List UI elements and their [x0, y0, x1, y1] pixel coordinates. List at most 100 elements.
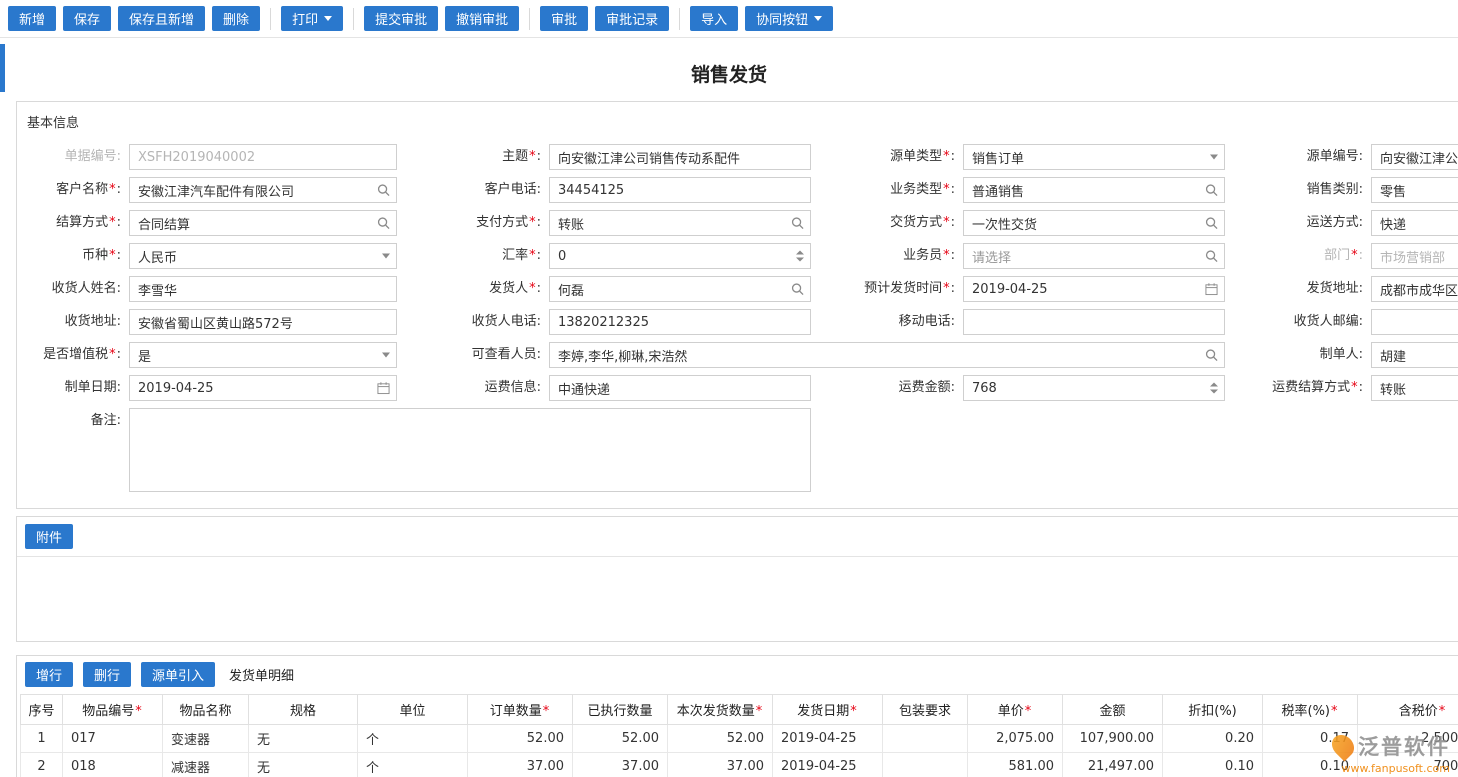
- cell-unit-price[interactable]: 2,075.00: [968, 725, 1063, 753]
- cell-spec[interactable]: 无: [249, 753, 358, 777]
- cell-executed-qty[interactable]: 52.00: [573, 725, 668, 753]
- cell-discount[interactable]: 0.20: [1163, 725, 1263, 753]
- delivery-method-field[interactable]: 一次性交货: [963, 210, 1225, 236]
- settlement-method-field[interactable]: 合同结算: [129, 210, 397, 236]
- customer-phone-field[interactable]: 34454125: [549, 177, 811, 203]
- submit-approval-button[interactable]: 提交审批: [364, 6, 438, 31]
- receive-address-field[interactable]: 安徽省蜀山区黄山路572号: [129, 309, 397, 335]
- cell-seq[interactable]: 2: [21, 753, 63, 777]
- cell-ship-qty[interactable]: 37.00: [668, 753, 773, 777]
- viewers-field[interactable]: 李婷,李华,柳琳,宋浩然: [549, 342, 1225, 368]
- freight-amount-label: 运费金额:: [811, 375, 963, 401]
- toolbar-separator: [353, 8, 354, 30]
- source-no-value: 向安徽江津公: [1380, 148, 1458, 167]
- ship-address-field[interactable]: 成都市成华区: [1371, 276, 1458, 302]
- freight-info-field[interactable]: 中通快递: [549, 375, 811, 401]
- freight-amount-field[interactable]: 768: [963, 375, 1225, 401]
- collaboration-button[interactable]: 协同按钮: [745, 6, 833, 31]
- freight-settlement-field[interactable]: 转账: [1371, 375, 1458, 401]
- mobile-phone-field[interactable]: [963, 309, 1225, 335]
- source-type-field[interactable]: 销售订单: [963, 144, 1225, 170]
- cell-tax-price[interactable]: 700.00: [1358, 753, 1458, 777]
- cell-unit[interactable]: 个: [358, 753, 468, 777]
- cell-seq[interactable]: 1: [21, 725, 63, 753]
- department-value: 市场营销部: [1380, 247, 1445, 266]
- cell-packaging[interactable]: [883, 725, 968, 753]
- calendar-icon[interactable]: [377, 382, 390, 395]
- business-type-field[interactable]: 普通销售: [963, 177, 1225, 203]
- approval-record-button[interactable]: 审批记录: [595, 6, 669, 31]
- cell-unit-price[interactable]: 581.00: [968, 753, 1063, 777]
- make-date-label: 制单日期:: [21, 375, 129, 401]
- freight-settlement-label: 运费结算方式*:: [1225, 375, 1371, 401]
- source-no-field[interactable]: 向安徽江津公: [1371, 144, 1458, 170]
- add-row-button[interactable]: 增行: [25, 662, 73, 687]
- receive-address-value: 安徽省蜀山区黄山路572号: [138, 313, 293, 332]
- save-button[interactable]: 保存: [63, 6, 111, 31]
- customer-phone-label: 客户电话:: [397, 177, 549, 203]
- vat-flag-field[interactable]: 是: [129, 342, 397, 368]
- consignee-zip-field[interactable]: [1371, 309, 1458, 335]
- search-icon[interactable]: [377, 217, 390, 230]
- search-icon[interactable]: [1205, 184, 1218, 197]
- consignee-phone-field[interactable]: 13820212325: [549, 309, 811, 335]
- chevron-down-icon[interactable]: [382, 254, 390, 259]
- spinner-icon[interactable]: [796, 251, 804, 262]
- consignee-name-field[interactable]: 李雪华: [129, 276, 397, 302]
- cell-amount[interactable]: 107,900.00: [1063, 725, 1163, 753]
- currency-field[interactable]: 人民币: [129, 243, 397, 269]
- search-icon[interactable]: [791, 217, 804, 230]
- cell-ship-date[interactable]: 2019-04-25: [773, 753, 883, 777]
- expected-ship-time-field[interactable]: 2019-04-25: [963, 276, 1225, 302]
- cell-packaging[interactable]: [883, 753, 968, 777]
- print-button[interactable]: 打印: [281, 6, 343, 31]
- cell-tax-rate[interactable]: 0.17: [1263, 725, 1358, 753]
- customer-name-field[interactable]: 安徽江津汽车配件有限公司: [129, 177, 397, 203]
- expected-ship-time-value: 2019-04-25: [972, 282, 1048, 297]
- spinner-icon[interactable]: [1210, 383, 1218, 394]
- cell-item-name[interactable]: 减速器: [163, 753, 249, 777]
- search-icon[interactable]: [1205, 250, 1218, 263]
- cell-item-no[interactable]: 018: [63, 753, 163, 777]
- maker-field[interactable]: 胡建: [1371, 342, 1458, 368]
- cell-item-no[interactable]: 017: [63, 725, 163, 753]
- exchange-rate-field[interactable]: 0: [549, 243, 811, 269]
- search-icon[interactable]: [1205, 217, 1218, 230]
- cell-ship-date[interactable]: 2019-04-25: [773, 725, 883, 753]
- shipper-label: 发货人*:: [397, 276, 549, 302]
- delete-button[interactable]: 删除: [212, 6, 260, 31]
- cell-tax-price[interactable]: 2,500.00: [1358, 725, 1458, 753]
- search-icon[interactable]: [377, 184, 390, 197]
- cell-spec[interactable]: 无: [249, 725, 358, 753]
- revoke-approval-button[interactable]: 撤销审批: [445, 6, 519, 31]
- cell-order-qty[interactable]: 52.00: [468, 725, 573, 753]
- approve-button[interactable]: 审批: [540, 6, 588, 31]
- cell-discount[interactable]: 0.10: [1163, 753, 1263, 777]
- attachment-button[interactable]: 附件: [25, 524, 73, 549]
- salesman-field[interactable]: 请选择: [963, 243, 1225, 269]
- chevron-down-icon[interactable]: [1210, 155, 1218, 160]
- sales-category-field[interactable]: 零售: [1371, 177, 1458, 203]
- make-date-field[interactable]: 2019-04-25: [129, 375, 397, 401]
- cell-item-name[interactable]: 变速器: [163, 725, 249, 753]
- calendar-icon[interactable]: [1205, 283, 1218, 296]
- chevron-down-icon[interactable]: [382, 353, 390, 358]
- cell-order-qty[interactable]: 37.00: [468, 753, 573, 777]
- search-icon[interactable]: [1205, 349, 1218, 362]
- shipper-field[interactable]: 何磊: [549, 276, 811, 302]
- payment-method-field[interactable]: 转账: [549, 210, 811, 236]
- import-source-button[interactable]: 源单引入: [141, 662, 215, 687]
- cell-tax-rate[interactable]: 0.10: [1263, 753, 1358, 777]
- new-button[interactable]: 新增: [8, 6, 56, 31]
- remark-field[interactable]: [129, 408, 811, 492]
- shipping-method-field[interactable]: 快递: [1371, 210, 1458, 236]
- cell-amount[interactable]: 21,497.00: [1063, 753, 1163, 777]
- search-icon[interactable]: [791, 283, 804, 296]
- delete-row-button[interactable]: 删行: [83, 662, 131, 687]
- cell-unit[interactable]: 个: [358, 725, 468, 753]
- import-button[interactable]: 导入: [690, 6, 738, 31]
- subject-field[interactable]: 向安徽江津公司销售传动系配件: [549, 144, 811, 170]
- save-and-new-button[interactable]: 保存且新增: [118, 6, 205, 31]
- cell-executed-qty[interactable]: 37.00: [573, 753, 668, 777]
- cell-ship-qty[interactable]: 52.00: [668, 725, 773, 753]
